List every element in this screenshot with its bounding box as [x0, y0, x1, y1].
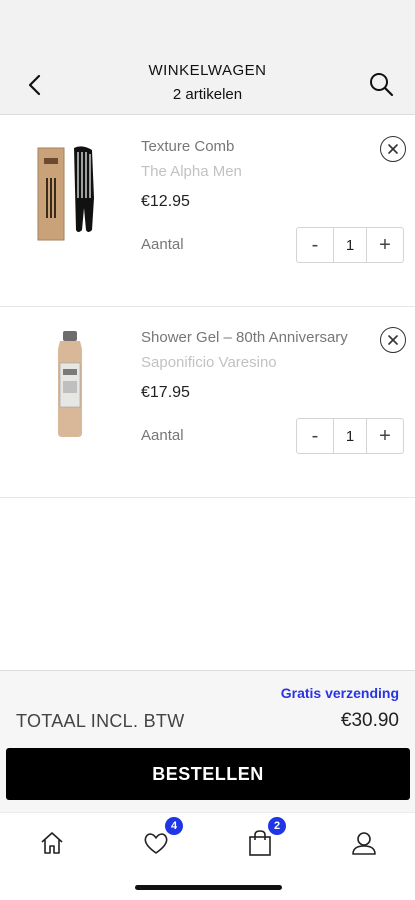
decrement-button[interactable]: - — [297, 419, 333, 453]
tab-account[interactable] — [344, 823, 384, 863]
tab-home[interactable] — [32, 823, 72, 863]
close-icon — [388, 144, 398, 154]
item-count: 2 artikelen — [172, 86, 243, 103]
item-price: €12.95 — [141, 193, 190, 210]
item-brand: Saponificio Varesino — [141, 354, 277, 371]
decrement-button[interactable]: - — [297, 228, 333, 262]
cart-item: Shower Gel – 80th Anniversary Saponifici… — [0, 307, 415, 498]
bottle-illustration — [58, 331, 82, 437]
search-icon — [370, 73, 394, 97]
order-summary: Gratis verzending TOTAAL INCL. BTW €30.9… — [0, 670, 415, 742]
quantity-label: Aantal — [141, 236, 184, 253]
heart-icon — [144, 833, 168, 854]
quantity-stepper: - 1 + — [296, 227, 404, 263]
shopping-bag-icon — [249, 830, 271, 856]
wishlist-badge: 4 — [165, 817, 183, 835]
home-icon — [41, 832, 63, 854]
increment-button[interactable]: + — [367, 419, 403, 453]
quantity-value[interactable]: 1 — [333, 228, 367, 262]
quantity-stepper: - 1 + — [296, 418, 404, 454]
quantity-label: Aantal — [141, 427, 184, 444]
search-button[interactable] — [363, 66, 399, 102]
increment-button[interactable]: + — [367, 228, 403, 262]
quantity-value[interactable]: 1 — [333, 419, 367, 453]
item-brand: The Alpha Men — [141, 163, 242, 180]
close-icon — [388, 335, 398, 345]
item-name[interactable]: Texture Comb — [141, 138, 234, 155]
total-value: €30.90 — [340, 710, 399, 731]
user-icon — [352, 832, 376, 855]
cart-item: Texture Comb The Alpha Men €12.95 Aantal… — [0, 116, 415, 307]
remove-item-button[interactable] — [380, 136, 406, 162]
order-button[interactable]: BESTELLEN — [6, 748, 410, 800]
product-image-shower-gel[interactable] — [30, 329, 110, 439]
item-name[interactable]: Shower Gel – 80th Anniversary — [141, 329, 348, 346]
item-price: €17.95 — [141, 384, 190, 401]
home-indicator — [135, 885, 282, 890]
comb-illustration — [37, 146, 94, 241]
header: WINKELWAGEN 2 artikelen — [0, 58, 415, 115]
order-area: BESTELLEN — [0, 742, 415, 812]
tab-bar: 4 2 — [0, 812, 415, 900]
total-label: TOTAAL INCL. BTW — [16, 711, 185, 731]
product-image-comb[interactable] — [30, 138, 110, 248]
status-bar-area — [0, 0, 415, 58]
cart-badge: 2 — [268, 817, 286, 835]
cart-items: Texture Comb The Alpha Men €12.95 Aantal… — [0, 116, 415, 498]
remove-item-button[interactable] — [380, 327, 406, 353]
page-title: WINKELWAGEN — [148, 62, 267, 79]
shipping-note: Gratis verzending — [280, 685, 399, 701]
